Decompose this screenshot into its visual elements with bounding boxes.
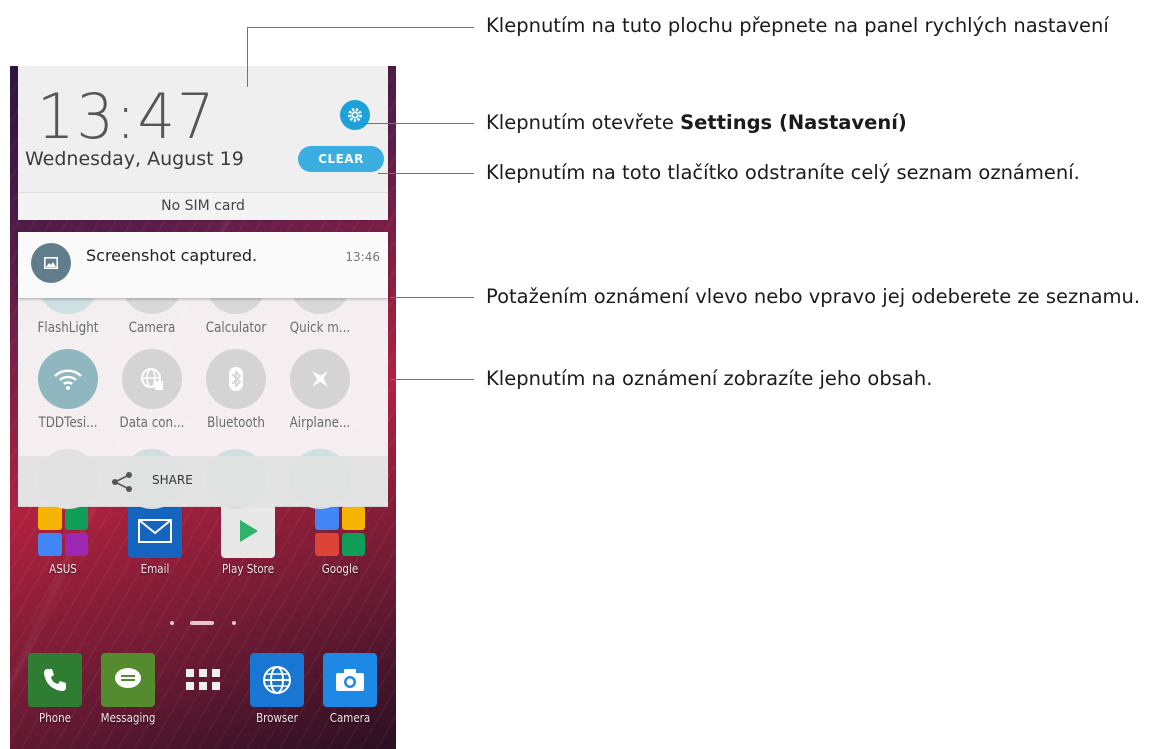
notification-time: 13:46 [345,250,380,264]
tile-label: Camera [128,320,176,336]
callout-line-5 [390,379,474,380]
asus-folder-icon [36,504,90,558]
wifi-icon [38,349,98,409]
clock: 13:47 [37,80,217,153]
app-label: ASUS [49,562,77,576]
app-label: Email [140,562,170,576]
tile-data-connection[interactable]: Data con... [110,349,194,431]
callout-settings-bold: Settings (Nastavení) [680,111,907,134]
email-icon [128,504,182,558]
tile-label: Bluetooth [207,415,265,431]
screenshot-notification-icon [31,243,71,283]
google-folder-icon [313,504,367,558]
globe-icon [250,653,304,707]
page-dot [232,621,236,625]
app-messaging[interactable]: Messaging [93,653,163,725]
callout-line-3 [378,173,474,174]
callout-quick-settings: Klepnutím na tuto plochu přepnete na pan… [486,14,1109,37]
app-drawer-button[interactable] [168,659,238,690]
page-indicator [170,618,240,628]
app-folder-asus[interactable]: ASUS [28,504,98,576]
app-camera[interactable]: Camera [315,653,385,725]
sim-status: No SIM card [18,192,388,220]
app-play-store[interactable]: Play Store [213,504,283,576]
tile-label: TDDTesi... [38,415,98,431]
share-bar[interactable]: SHARE [18,456,388,507]
app-label: Messaging [100,711,156,725]
notification-title: Screenshot captured. [86,246,258,265]
callout-line-1-horizontal [247,27,474,28]
tile-airplane[interactable]: Airplane... [278,349,362,431]
app-phone[interactable]: Phone [20,653,90,725]
app-label: Phone [39,711,71,725]
app-email[interactable]: Email [120,504,190,576]
notification-card[interactable]: Screenshot captured. 13:46 [18,232,388,298]
callout-open: Klepnutím na oznámení zobrazíte jeho obs… [486,367,933,390]
app-folder-google[interactable]: Google [305,504,375,576]
notification-header[interactable]: 13:47 Wednesday, August 19 CLEAR No SIM … [18,66,388,220]
app-label: Play Store [221,562,275,576]
date: Wednesday, August 19 [25,148,244,170]
tile-label: Quick m... [289,320,351,336]
tile-wifi[interactable]: TDDTesi... [26,349,110,431]
callout-clear: Klepnutím na toto tlačítko odstraníte ce… [486,161,1080,184]
bluetooth-icon [206,349,266,409]
share-icon [112,472,132,492]
app-label: Google [321,562,359,576]
apps-grid-icon [186,659,220,690]
callout-line-2 [362,123,474,124]
app-label: Browser [256,711,298,725]
tile-bluetooth[interactable]: Bluetooth [194,349,278,431]
app-browser[interactable]: Browser [242,653,312,725]
callout-swipe: Potažením oznámení vlevo nebo vpravo jej… [486,285,1141,308]
clear-button[interactable]: CLEAR [298,146,384,172]
gear-icon [348,108,362,122]
page-dot [170,621,174,625]
callout-line-4 [390,297,474,298]
airplane-icon [290,349,350,409]
phone-icon [28,653,82,707]
messaging-icon [101,653,155,707]
camera-icon [323,653,377,707]
tile-label: Data con... [119,415,185,431]
phone-screen: ASUS Email Play Store Google Phone Messa… [10,66,396,749]
tile-label: FlashLight [37,320,99,336]
settings-button[interactable] [340,100,370,130]
callout-settings: Klepnutím otevřete Settings (Nastavení) [486,111,907,134]
callout-settings-text: Klepnutím otevřete [486,111,681,134]
page-dot-active [190,621,214,625]
app-label: Camera [329,711,371,725]
share-label: SHARE [152,473,193,487]
tile-label: Calculator [205,320,267,336]
callout-line-1-vertical [247,27,248,87]
play-store-icon [221,504,275,558]
tile-label: Airplane... [289,415,351,431]
data-connection-icon [122,349,182,409]
